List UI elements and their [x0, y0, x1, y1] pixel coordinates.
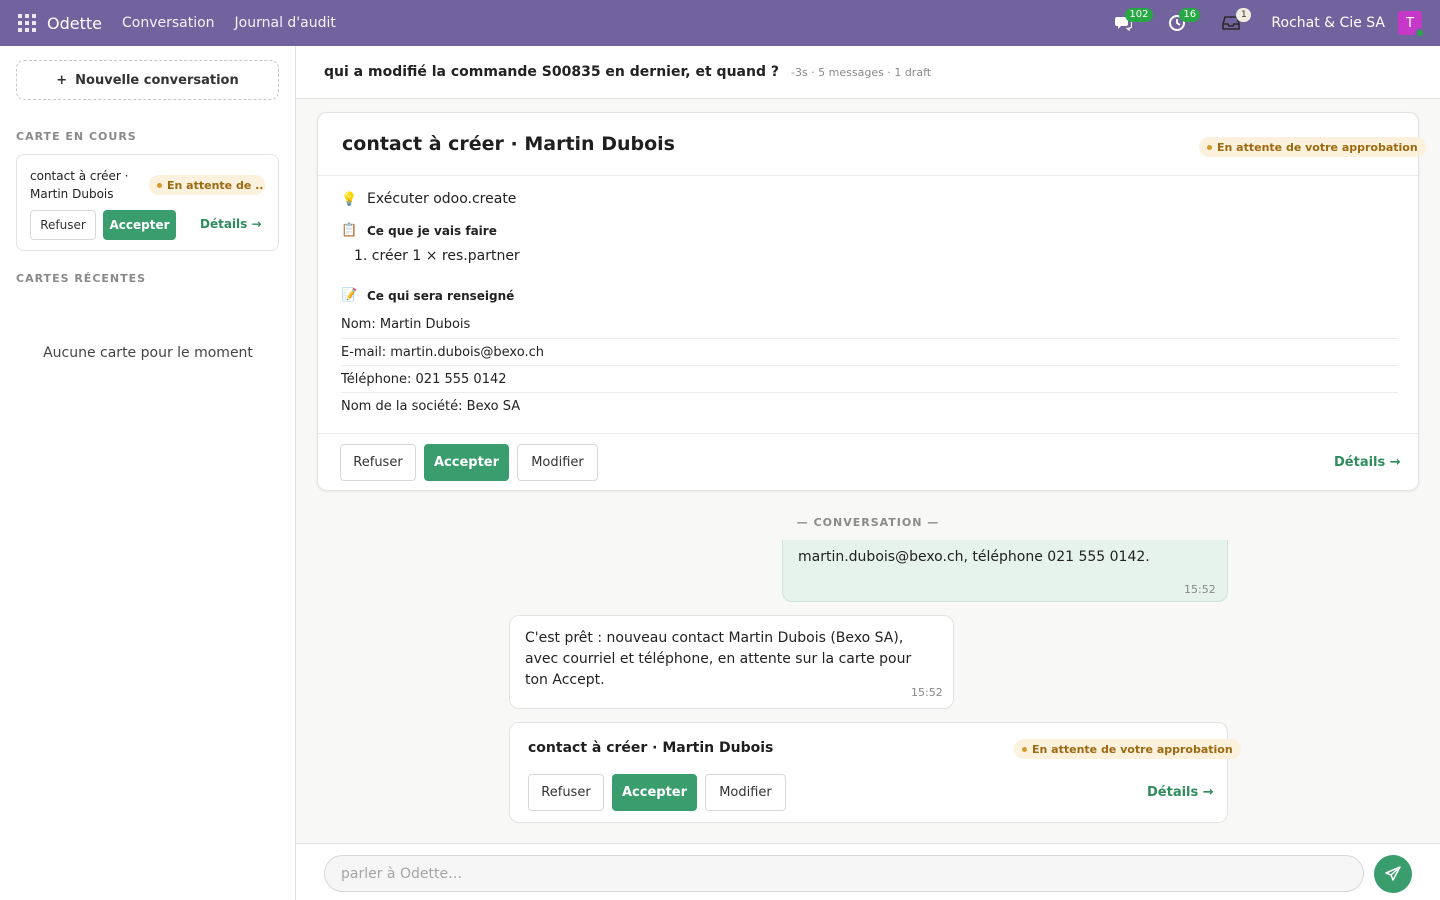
messages-systray[interactable]: 102	[1111, 8, 1153, 35]
current-card-details-link[interactable]: Détails →	[200, 217, 262, 231]
user-avatar[interactable]: T	[1398, 11, 1425, 38]
assistant-message: C'est prêt : nouveau contact Martin Dubo…	[509, 615, 954, 709]
approval-refuse-button[interactable]: Refuser	[340, 444, 416, 481]
message-input[interactable]	[324, 855, 1364, 892]
plan-heading: 📋 Ce que je vais faire	[341, 223, 497, 238]
plan-heading-text: Ce que je vais faire	[367, 223, 497, 238]
approval-details-link[interactable]: Détails →	[1334, 455, 1401, 470]
menu-conversation[interactable]: Conversation	[122, 15, 215, 31]
inline-card-status-text: En attente de votre approbation	[1032, 742, 1233, 756]
pending-dot-icon	[1022, 746, 1027, 752]
user-message-text: martin.dubois@bexo.ch, téléphone 021 555…	[798, 549, 1150, 565]
app-name[interactable]: Odette	[47, 14, 102, 33]
memo-icon: 📝	[341, 288, 358, 303]
conversation-meta: -3s · 5 messages · 1 draft	[790, 65, 932, 79]
fields-heading: 📝 Ce qui sera renseigné	[341, 288, 514, 303]
new-conversation-label: Nouvelle conversation	[75, 72, 239, 88]
conversation-divider: — CONVERSATION —	[796, 516, 940, 529]
main-panel: qui a modifié la commande S00835 en dern…	[296, 46, 1440, 900]
notifications-systray[interactable]: 1	[1219, 8, 1252, 35]
action-line: 💡 Exécuter odoo.create	[341, 191, 516, 207]
field-name: Nom: Martin Dubois	[341, 317, 471, 332]
lightbulb-icon: 💡	[341, 191, 358, 207]
recent-cards-empty-text: Aucune carte pour le moment	[43, 345, 253, 361]
inline-card-accept-button[interactable]: Accepter	[612, 774, 697, 811]
send-button[interactable]	[1374, 855, 1412, 893]
apps-icon[interactable]	[18, 14, 36, 32]
sidebar: + Nouvelle conversation CARTE EN COURS c…	[0, 46, 296, 900]
user-message-time: 15:52	[1184, 583, 1216, 596]
field-divider	[341, 338, 1398, 339]
field-company: Nom de la société: Bexo SA	[341, 399, 521, 414]
activities-count-badge: 16	[1179, 8, 1201, 22]
field-divider	[341, 365, 1398, 366]
approval-card-header: contact à créer · Martin Dubois En atten…	[318, 113, 1426, 176]
current-card-status-badge: En attente de ...	[149, 175, 265, 195]
plan-item: 1. créer 1 × res.partner	[354, 248, 520, 264]
current-card-accept-button[interactable]: Accepter	[103, 210, 176, 240]
approval-card: contact à créer · Martin Dubois En atten…	[317, 112, 1426, 491]
inline-card-refuse-button[interactable]: Refuser	[528, 774, 604, 811]
clipboard-icon: 📋	[341, 223, 358, 238]
send-icon	[1385, 866, 1401, 881]
menu-audit-journal[interactable]: Journal d'audit	[235, 15, 336, 31]
messages-count-badge: 102	[1125, 8, 1153, 22]
inline-approval-card: contact à créer · Martin Dubois En atten…	[509, 722, 1241, 823]
field-divider	[341, 392, 1398, 393]
inline-card-modify-button[interactable]: Modifier	[705, 774, 786, 811]
approval-card-footer-divider	[318, 433, 1418, 434]
fields-heading-text: Ce qui sera renseigné	[367, 288, 515, 303]
approval-accept-button[interactable]: Accepter	[424, 444, 509, 481]
field-email: E-mail: martin.dubois@bexo.ch	[341, 345, 544, 360]
user-initial: T	[1406, 15, 1414, 31]
company-switcher[interactable]: Rochat & Cie SA	[1271, 15, 1385, 31]
online-status-dot	[1415, 28, 1425, 38]
action-text: Exécuter odoo.create	[367, 191, 517, 207]
plus-icon: +	[56, 72, 68, 88]
conversation-title: qui a modifié la commande S00835 en dern…	[324, 64, 779, 80]
current-card[interactable]: contact à créer · Martin Dubois En atten…	[16, 154, 279, 251]
inline-card-status-badge: En attente de votre approbation	[1014, 739, 1241, 759]
approval-modify-button[interactable]: Modifier	[517, 444, 598, 481]
current-card-status-text: En attente de ...	[167, 178, 265, 192]
chat-history[interactable]: martin.dubois@bexo.ch, téléphone 021 555…	[296, 540, 1440, 840]
top-navbar: Odette Conversation Journal d'audit 102 …	[0, 0, 1440, 46]
current-card-section-title: CARTE EN COURS	[16, 130, 137, 143]
notifications-count-badge: 1	[1236, 8, 1252, 22]
assistant-message-time: 15:52	[911, 686, 943, 699]
approval-card-title: contact à créer · Martin Dubois	[342, 133, 675, 155]
user-message: martin.dubois@bexo.ch, téléphone 021 555…	[782, 540, 1228, 602]
activities-systray[interactable]: 16	[1165, 8, 1201, 35]
recent-cards-section-title: CARTES RÉCENTES	[16, 272, 147, 285]
current-card-title: contact à créer · Martin Dubois	[30, 169, 129, 201]
pending-dot-icon	[1207, 144, 1212, 150]
composer	[296, 843, 1440, 900]
new-conversation-button[interactable]: + Nouvelle conversation	[16, 60, 279, 100]
approval-status-badge: En attente de votre approbation	[1199, 137, 1426, 157]
assistant-message-text: C'est prêt : nouveau contact Martin Dubo…	[525, 630, 912, 688]
inline-card-details-link[interactable]: Détails →	[1147, 785, 1214, 800]
approval-status-text: En attente de votre approbation	[1217, 140, 1418, 154]
conversation-header: qui a modifié la commande S00835 en dern…	[296, 46, 1440, 99]
pending-dot-icon	[157, 182, 162, 188]
field-phone: Téléphone: 021 555 0142	[341, 372, 507, 387]
inline-card-title: contact à créer · Martin Dubois	[528, 740, 774, 756]
current-card-refuse-button[interactable]: Refuser	[30, 210, 96, 240]
